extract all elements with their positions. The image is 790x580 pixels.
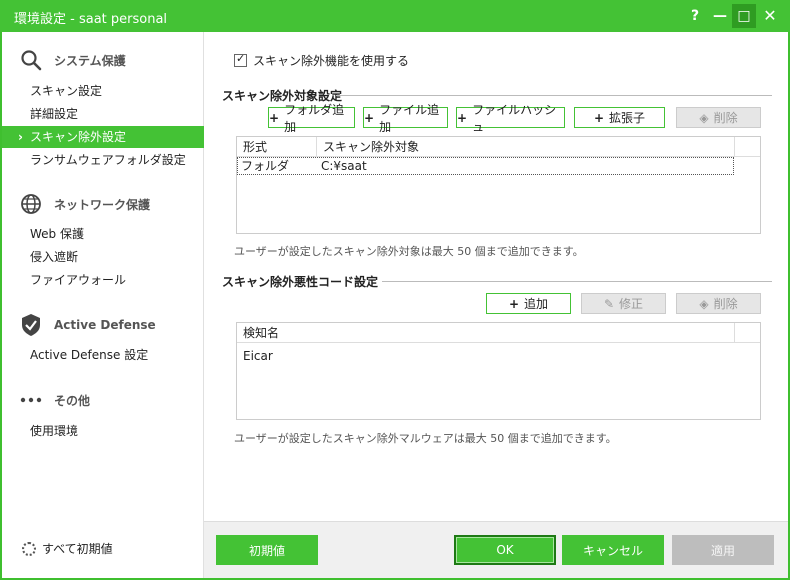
- sidebar-item-scan-settings[interactable]: スキャン設定: [2, 80, 204, 102]
- cell-type: フォルダ: [241, 159, 290, 173]
- list-header: 形式 スキャン除外対象: [237, 137, 760, 157]
- window-title: 環境設定 - saat personal: [14, 12, 168, 27]
- delete-malware-button[interactable]: ◈ 削除: [676, 293, 761, 314]
- exclusion-targets-note: ユーザーが設定したスキャン除外対象は最大 50 個まで追加できます。: [234, 245, 584, 258]
- section-title: ネットワーク保護: [54, 197, 151, 212]
- use-exclusion-row[interactable]: スキャン除外機能を使用する: [234, 52, 409, 69]
- section-title: Active Defense: [54, 318, 156, 332]
- reset-all-label: すべて初期値: [42, 542, 113, 556]
- default-button[interactable]: 初期値: [216, 535, 318, 565]
- file-hash-button[interactable]: + ファイルハッシュ: [456, 103, 565, 134]
- sidebar-item-ransomware-folder[interactable]: ランサムウェアフォルダ設定: [2, 149, 204, 171]
- sidebar-item-web-protection[interactable]: Web 保護: [2, 223, 204, 245]
- shield-icon: [18, 312, 44, 338]
- reset-all-link[interactable]: すべて初期値: [22, 540, 113, 557]
- extension-button[interactable]: + 拡張子: [574, 107, 665, 128]
- sidebar-item-advanced-settings[interactable]: 詳細設定: [2, 103, 204, 125]
- plus-icon: +: [457, 110, 468, 125]
- add-folder-button[interactable]: + フォルダ追加: [268, 103, 355, 134]
- exclusion-malware-note: ユーザーが設定したスキャン除外マルウェアは最大 50 個まで追加できます。: [234, 432, 617, 445]
- button-label: フォルダ追加: [284, 102, 345, 134]
- button-label: ファイル追加: [379, 102, 440, 134]
- button-label: 削除: [713, 297, 738, 311]
- sidebar-section-active-defense: Active Defense: [18, 311, 156, 339]
- cancel-button[interactable]: キャンセル: [562, 535, 664, 565]
- section-title: その他: [54, 393, 91, 408]
- exclusion-malware-list[interactable]: 検知名 Eicar: [236, 322, 761, 420]
- button-label: 削除: [713, 111, 738, 125]
- delete-target-button[interactable]: ◈ 削除: [676, 107, 761, 128]
- use-exclusion-checkbox[interactable]: [234, 52, 247, 67]
- column-header-target[interactable]: スキャン除外対象: [317, 137, 735, 156]
- eraser-icon: ◈: [699, 296, 709, 311]
- use-exclusion-label: スキャン除外機能を使用する: [253, 54, 410, 68]
- title-bar: 環境設定 - saat personal ? — □ ✕: [0, 0, 790, 32]
- eraser-icon: ◈: [699, 110, 709, 125]
- apply-button[interactable]: 適用: [672, 535, 774, 565]
- pencil-icon: ✎: [603, 296, 615, 311]
- list-header: 検知名: [237, 323, 760, 343]
- column-header-detection-name[interactable]: 検知名: [237, 323, 735, 342]
- column-header-type[interactable]: 形式: [237, 137, 317, 156]
- sidebar-item-usage-environment[interactable]: 使用環境: [2, 420, 204, 442]
- button-label: 追加: [524, 297, 549, 311]
- help-button[interactable]: ?: [683, 4, 707, 28]
- button-label: 修正: [619, 297, 644, 311]
- divider: [382, 281, 772, 282]
- section-title: システム保護: [54, 53, 126, 68]
- plus-icon: +: [269, 110, 280, 125]
- settings-window: システム保護 スキャン設定 詳細設定 スキャン除外設定 ランサムウェアフォルダ設…: [2, 32, 788, 578]
- footer-bar: 初期値 OK キャンセル 適用: [204, 521, 788, 578]
- close-button[interactable]: ✕: [758, 4, 782, 28]
- ok-button[interactable]: OK: [454, 535, 556, 565]
- sidebar-item-active-defense-settings[interactable]: Active Defense 設定: [2, 344, 204, 366]
- sidebar-item-intrusion-block[interactable]: 侵入遮断: [2, 246, 204, 268]
- button-label: 拡張子: [609, 111, 646, 125]
- plus-icon: +: [364, 110, 375, 125]
- add-file-button[interactable]: + ファイル追加: [363, 103, 448, 134]
- sidebar-section-other: その他: [18, 386, 90, 414]
- cell-detection-name: Eicar: [243, 349, 273, 363]
- sidebar-section-system-protection: システム保護: [18, 46, 126, 74]
- exclusion-targets-list[interactable]: 形式 スキャン除外対象 フォルダ C:¥saat: [236, 136, 761, 234]
- plus-icon: +: [508, 296, 520, 311]
- reset-icon: [22, 541, 36, 556]
- sidebar-item-firewall[interactable]: ファイアウォール: [2, 269, 204, 291]
- list-item[interactable]: フォルダ C:¥saat: [237, 157, 734, 175]
- plus-icon: +: [593, 110, 605, 125]
- globe-icon: [18, 191, 44, 217]
- sidebar-section-network-protection: ネットワーク保護: [18, 190, 150, 218]
- maximize-button[interactable]: □: [732, 4, 756, 28]
- edit-malware-button[interactable]: ✎ 修正: [581, 293, 666, 314]
- search-icon: [18, 47, 44, 73]
- cell-target: C:¥saat: [321, 159, 367, 173]
- more-icon: [18, 387, 44, 413]
- minimize-button[interactable]: —: [708, 4, 732, 28]
- divider: [336, 95, 772, 96]
- sidebar: システム保護 スキャン設定 詳細設定 スキャン除外設定 ランサムウェアフォルダ設…: [2, 32, 204, 578]
- exclusion-malware-title: スキャン除外悪性コード設定: [222, 275, 379, 289]
- sidebar-item-scan-exclusion[interactable]: スキャン除外設定: [2, 126, 204, 148]
- list-item[interactable]: Eicar: [237, 347, 760, 365]
- add-malware-button[interactable]: + 追加: [486, 293, 571, 314]
- main-panel: スキャン除外機能を使用する スキャン除外対象設定 +フォルダ追加 +ファイル追加…: [204, 32, 788, 521]
- button-label: ファイルハッシュ: [472, 102, 557, 134]
